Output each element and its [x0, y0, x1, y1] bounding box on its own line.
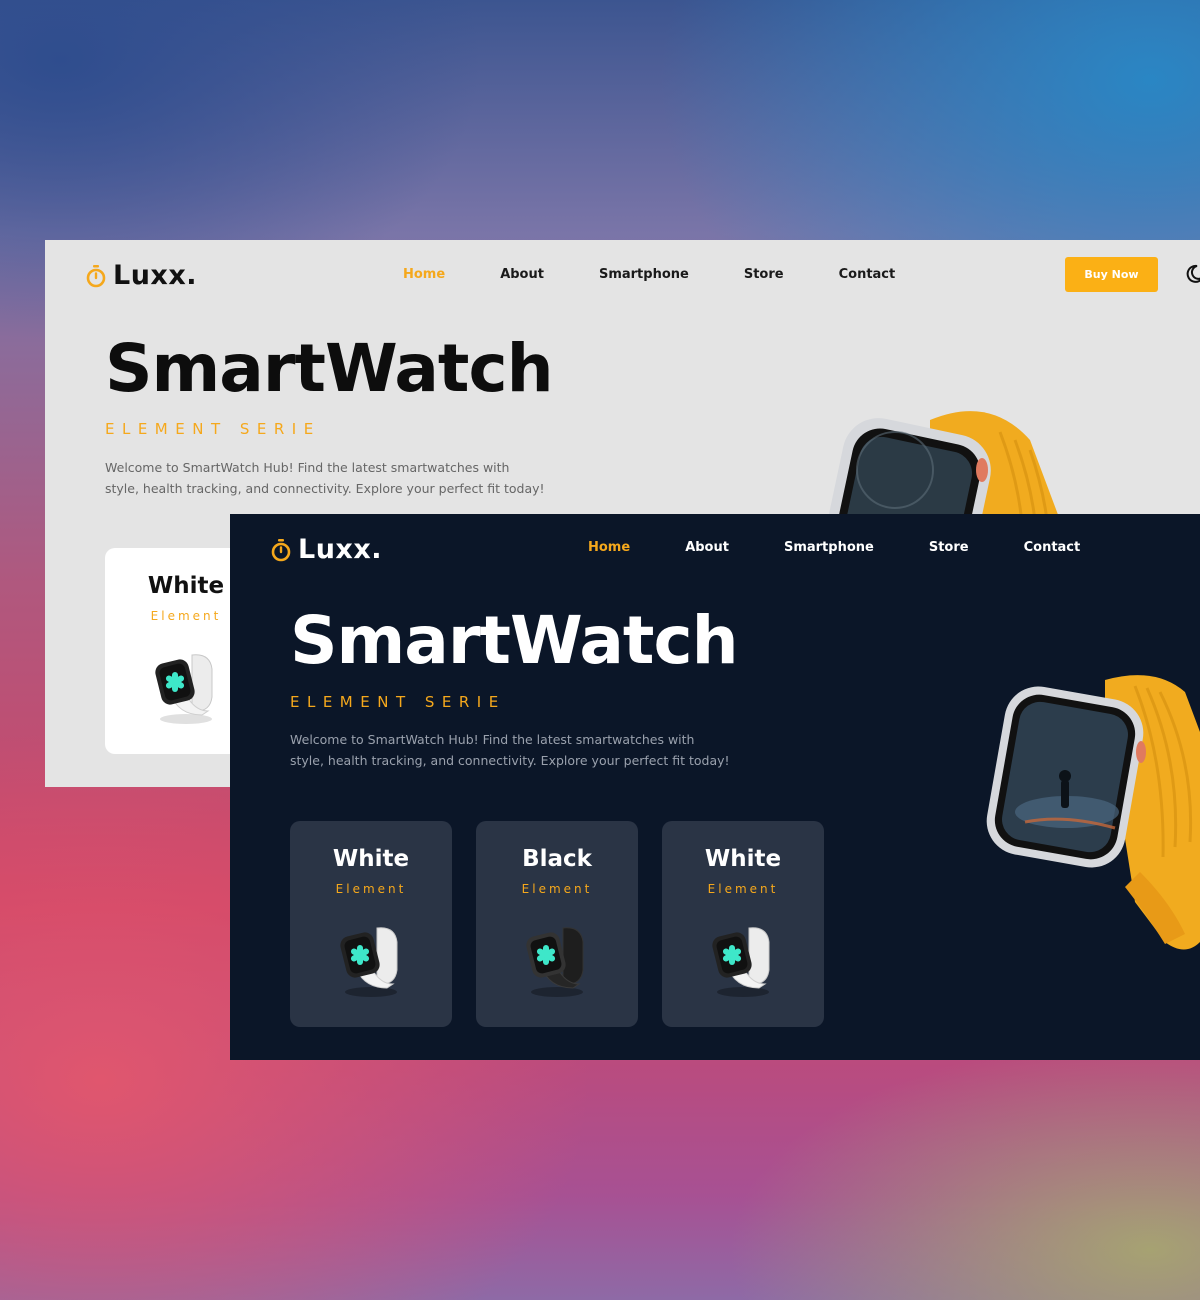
nav-home[interactable]: Home — [403, 267, 445, 282]
card-title: White — [332, 846, 410, 872]
moon-icon[interactable] — [1185, 264, 1200, 284]
main-nav: Home About Smartphone Store Contact — [588, 540, 1080, 555]
smartwatch-icon — [712, 927, 770, 997]
smartwatch-icon — [526, 927, 584, 997]
card-title: Black — [522, 846, 592, 872]
product-card[interactable]: White Element — [662, 821, 824, 1027]
stopwatch-icon — [86, 264, 106, 287]
card-subtitle: Element — [335, 882, 407, 896]
nav-smartphone[interactable]: Smartphone — [784, 540, 874, 555]
main-nav: Home About Smartphone Store Contact — [403, 267, 895, 282]
brand-name: Luxx. — [298, 534, 383, 565]
product-card[interactable]: White Element — [290, 821, 452, 1027]
nav-store[interactable]: Store — [929, 540, 969, 555]
card-subtitle: Element — [707, 882, 779, 896]
nav-store[interactable]: Store — [744, 267, 784, 282]
stopwatch-icon — [271, 538, 291, 561]
smartwatch-icon — [155, 654, 213, 724]
smartwatch-icon — [986, 675, 1200, 950]
dark-theme-mockup: Luxx. Home About Smartphone Store Contac… — [230, 514, 1200, 1060]
nav-home[interactable]: Home — [588, 540, 630, 555]
card-title: White — [704, 846, 782, 872]
brand-logo[interactable]: Luxx. — [270, 534, 382, 565]
nav-contact[interactable]: Contact — [839, 267, 896, 282]
nav-about[interactable]: About — [685, 540, 729, 555]
hero-subtitle: ELEMENT SERIE — [105, 420, 321, 438]
nav-smartphone[interactable]: Smartphone — [599, 267, 689, 282]
hero-subtitle: ELEMENT SERIE — [290, 693, 506, 711]
hero-title: SmartWatch — [105, 330, 554, 407]
brand-logo[interactable]: Luxx. — [85, 260, 197, 291]
card-subtitle: Element — [521, 882, 593, 896]
smartwatch-icon — [340, 927, 398, 997]
nav-contact[interactable]: Contact — [1024, 540, 1081, 555]
brand-name: Luxx. — [113, 260, 198, 291]
product-card[interactable]: Black Element — [476, 821, 638, 1027]
nav-about[interactable]: About — [500, 267, 544, 282]
buy-now-button[interactable]: Buy Now — [1065, 257, 1158, 292]
hero-description: Welcome to SmartWatch Hub! Find the late… — [105, 460, 545, 496]
hero-title: SmartWatch — [290, 602, 739, 679]
hero-description: Welcome to SmartWatch Hub! Find the late… — [290, 732, 730, 768]
